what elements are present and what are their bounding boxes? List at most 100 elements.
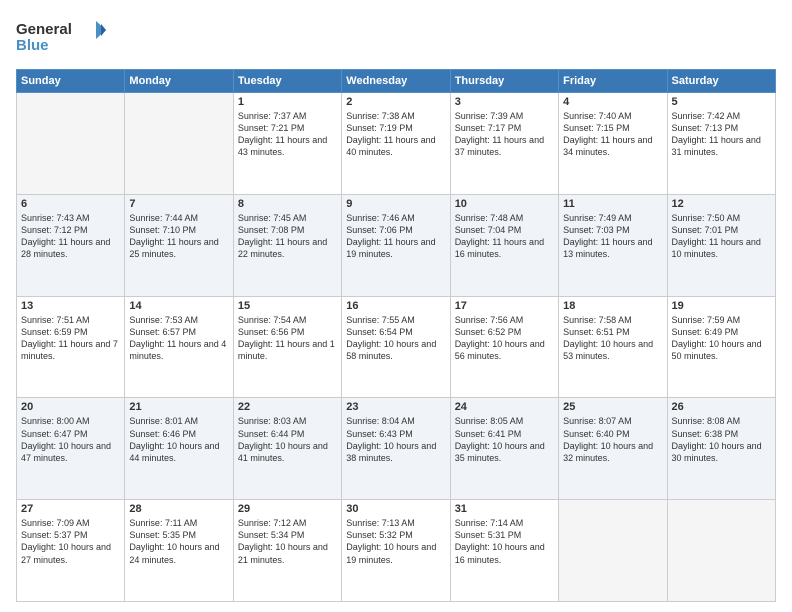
day-detail: Daylight: 10 hours and 50 minutes. (672, 339, 762, 361)
day-info: Sunrise: 7:58 AMSunset: 6:51 PMDaylight:… (563, 314, 662, 363)
day-detail: Sunrise: 7:42 AM (672, 111, 741, 121)
day-detail: Sunrise: 7:43 AM (21, 213, 90, 223)
table-row: 26 Sunrise: 8:08 AMSunset: 6:38 PMDayligh… (667, 398, 775, 500)
day-detail: Sunrise: 7:53 AM (129, 315, 198, 325)
table-row: 25 Sunrise: 8:07 AMSunset: 6:40 PMDayligh… (559, 398, 667, 500)
day-detail: Sunrise: 7:12 AM (238, 518, 307, 528)
day-number: 22 (238, 401, 337, 413)
day-detail: Daylight: 11 hours and 31 minutes. (672, 135, 761, 157)
day-detail: Sunrise: 7:59 AM (672, 315, 741, 325)
day-info: Sunrise: 7:55 AMSunset: 6:54 PMDaylight:… (346, 314, 445, 363)
day-number: 3 (455, 96, 554, 108)
day-info: Sunrise: 7:11 AMSunset: 5:35 PMDaylight:… (129, 517, 228, 566)
day-detail: Daylight: 11 hours and 34 minutes. (563, 135, 652, 157)
table-row: 16Sunrise: 7:55 AMSunset: 6:54 PMDayligh… (342, 296, 450, 398)
svg-text:General: General (16, 21, 72, 38)
day-number: 8 (238, 198, 337, 210)
table-row (559, 500, 667, 602)
table-row: 6Sunrise: 7:43 AMSunset: 7:12 PMDaylight… (17, 194, 125, 296)
table-row: 29 Sunrise: 7:12 AM Sunset: 5:34 PM Dayligh… (233, 500, 341, 602)
day-info: Sunrise: 8:07 AMSunset: 6:40 PMDaylight:… (563, 415, 662, 464)
day-info: Sunrise: 8:08 AMSunset: 6:38 PMDaylight:… (672, 415, 771, 464)
day-number: 1 (238, 96, 337, 108)
day-detail: Sunset: 7:04 PM (455, 225, 522, 235)
day-number: 29 (238, 503, 337, 515)
day-detail: Sunset: 5:37 PM (21, 530, 88, 540)
day-detail: Daylight: 11 hours and 19 minutes. (346, 237, 435, 259)
day-detail: Sunset: 6:54 PM (346, 327, 413, 337)
table-row (17, 93, 125, 195)
table-row: 2Sunrise: 7:38 AMSunset: 7:19 PMDaylight… (342, 93, 450, 195)
day-detail: Sunset: 5:34 PM (238, 530, 305, 540)
day-detail: Sunrise: 7:49 AM (563, 213, 632, 223)
day-detail: Sunrise: 8:01 AM (129, 416, 198, 426)
day-info: Sunrise: 7:13 AMSunset: 5:32 PMDaylight:… (346, 517, 445, 566)
day-number: 26 (672, 401, 771, 413)
day-detail: Daylight: 10 hours and 41 minutes. (238, 441, 328, 463)
day-detail: Sunset: 6:46 PM (129, 429, 196, 439)
day-detail: Sunset: 6:52 PM (455, 327, 522, 337)
day-detail: Sunrise: 7:58 AM (563, 315, 632, 325)
day-info: Sunrise: 7:45 AMSunset: 7:08 PMDaylight:… (238, 212, 337, 261)
day-info: Sunrise: 7:42 AMSunset: 7:13 PMDaylight:… (672, 110, 771, 159)
day-number: 17 (455, 300, 554, 312)
weekday-header-row: Sunday Monday Tuesday Wednesday Thursday… (17, 70, 776, 93)
day-detail: Sunrise: 8:04 AM (346, 416, 415, 426)
day-detail: Sunrise: 7:14 AM (455, 518, 524, 528)
table-row: 20Sunrise: 8:00 AMSunset: 6:47 PMDayligh… (17, 398, 125, 500)
day-number: 12 (672, 198, 771, 210)
day-detail: Daylight: 11 hours and 28 minutes. (21, 237, 110, 259)
day-detail: Sunset: 7:21 PM (238, 123, 305, 133)
table-row: 22 Sunrise: 8:03 AMSunset: 6:44 PMDayligh… (233, 398, 341, 500)
day-detail: Daylight: 10 hours and 21 minutes. (238, 542, 328, 564)
day-number: 13 (21, 300, 120, 312)
page: General Blue Sunday Monday Tuesday Wedne… (0, 0, 792, 612)
day-detail: Daylight: 10 hours and 30 minutes. (672, 441, 762, 463)
day-detail: Sunrise: 7:51 AM (21, 315, 90, 325)
day-detail: Daylight: 10 hours and 58 minutes. (346, 339, 436, 361)
day-detail: Sunrise: 7:11 AM (129, 518, 197, 528)
day-number: 24 (455, 401, 554, 413)
day-number: 6 (21, 198, 120, 210)
header-tuesday: Tuesday (233, 70, 341, 93)
day-info: Sunrise: 8:03 AMSunset: 6:44 PMDaylight:… (238, 415, 337, 464)
day-info: Sunrise: 7:37 AMSunset: 7:21 PMDaylight:… (238, 110, 337, 159)
day-detail: Sunset: 7:15 PM (563, 123, 630, 133)
day-detail: Sunset: 7:03 PM (563, 225, 630, 235)
day-number: 23 (346, 401, 445, 413)
day-number: 30 (346, 503, 445, 515)
day-detail: Sunrise: 7:54 AM (238, 315, 307, 325)
day-number: 20 (21, 401, 120, 413)
day-info: Sunrise: 7:48 AM Sunset: 7:04 PM Daylight:… (455, 212, 554, 261)
day-detail: Sunrise: 7:48 AM (455, 213, 524, 223)
day-number: 31 (455, 503, 554, 515)
day-detail: Sunrise: 8:00 AM (21, 416, 90, 426)
table-row: 30 Sunrise: 7:13 AMSunset: 5:32 PMDayligh… (342, 500, 450, 602)
table-row: 28Sunrise: 7:11 AMSunset: 5:35 PMDayligh… (125, 500, 233, 602)
header-saturday: Saturday (667, 70, 775, 93)
day-info: Sunrise: 7:39 AMSunset: 7:17 PMDaylight:… (455, 110, 554, 159)
calendar-week-row: 1 Sunrise: 7:37 AMSunset: 7:21 PMDaylight… (17, 93, 776, 195)
calendar-week-row: 20Sunrise: 8:00 AMSunset: 6:47 PMDayligh… (17, 398, 776, 500)
day-detail: Sunset: 7:06 PM (346, 225, 413, 235)
day-detail: Sunrise: 7:46 AM (346, 213, 415, 223)
day-detail: Sunset: 7:17 PM (455, 123, 522, 133)
table-row (125, 93, 233, 195)
day-detail: Daylight: 11 hours and 16 minutes. (455, 237, 544, 259)
day-detail: Daylight: 11 hours and 7 minutes. (21, 339, 118, 361)
day-detail: Sunset: 5:35 PM (129, 530, 196, 540)
day-info: Sunrise: 7:09 AMSunset: 5:37 PMDaylight:… (21, 517, 120, 566)
day-number: 25 (563, 401, 662, 413)
day-detail: Sunset: 6:40 PM (563, 429, 630, 439)
day-number: 9 (346, 198, 445, 210)
day-info: Sunrise: 8:05 AMSunset: 6:41 PMDaylight:… (455, 415, 554, 464)
table-row: 17Sunrise: 7:56 AMSunset: 6:52 PMDayligh… (450, 296, 558, 398)
day-detail: Sunset: 6:51 PM (563, 327, 630, 337)
day-number: 15 (238, 300, 337, 312)
svg-text:Blue: Blue (16, 37, 49, 54)
day-number: 14 (129, 300, 228, 312)
logo-svg: General Blue (16, 16, 106, 61)
table-row: 7Sunrise: 7:44 AMSunset: 7:10 PMDaylight… (125, 194, 233, 296)
table-row: 24 Sunrise: 8:05 AMSunset: 6:41 PMDayligh… (450, 398, 558, 500)
header-monday: Monday (125, 70, 233, 93)
